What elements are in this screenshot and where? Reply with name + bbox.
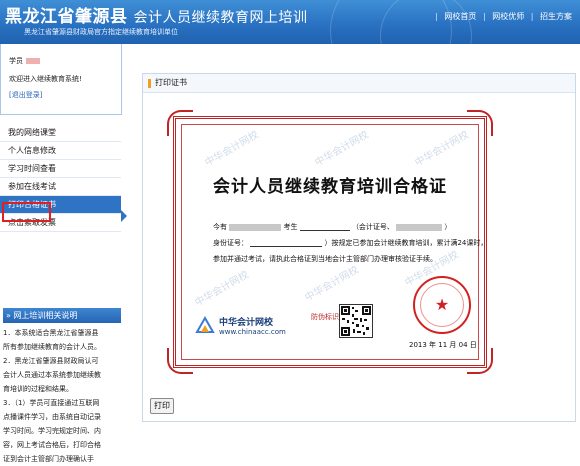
- notice-line: 学习时间。学习完规定时间、内: [3, 427, 101, 435]
- teachers-link[interactable]: 网校优师: [488, 12, 528, 21]
- menu-item-study-time[interactable]: 学习时间查看: [0, 160, 121, 178]
- official-seal-icon: ★: [413, 276, 471, 334]
- site-header: 黑龙江省肇源县 会计人员继续教育网上培训 黑龙江省肇源县财政局官方指定继续教育培训…: [0, 0, 580, 44]
- notice-body: 1．本系统适合黑龙江省肇源县 所有参加继续教育的会计人员。 2．黑龙江省肇源县财…: [3, 326, 119, 466]
- logo-url: www.chinaacc.com: [219, 328, 286, 336]
- redacted-field: [396, 223, 443, 231]
- certificate: 中华会计网校 中华会计网校 中华会计网校 中华会计网校 中华会计网校 中华会计网…: [151, 100, 509, 384]
- certificate-title: 会计人员继续教育培训合格证: [213, 177, 447, 197]
- welcome-text: 欢迎进入继续教育系统!: [9, 75, 82, 83]
- qr-code-icon: [339, 304, 373, 338]
- logout-link[interactable]: [退出登录]: [9, 90, 42, 100]
- certificate-line-3: 参加并通过考试，请执此合格证到当地会计主管部门办理审核验证手续。: [213, 255, 437, 263]
- notice-line: 会计人员通过本系统参加继续教: [3, 371, 101, 379]
- logo-name: 中华会计网校: [219, 318, 274, 328]
- notice-line: 3．（1）学员可直接通过互联网: [3, 399, 100, 407]
- active-menu-arrow-icon: [121, 210, 127, 222]
- menu-item-edit-profile[interactable]: 个人信息修改: [0, 142, 121, 160]
- notice-line: 证到会计主管部门办理确认手: [3, 455, 94, 463]
- notice-heading: » 网上培训相关说明: [3, 308, 121, 323]
- site-title-main: 黑龙江省肇源县: [5, 7, 128, 27]
- redacted-field: [229, 223, 282, 231]
- print-button[interactable]: 打印: [150, 398, 174, 414]
- panel-header-marker: [148, 79, 151, 88]
- certificate-line-2: 身份证号： ）按规定已参加会计继续教育培训，累计满24课时，: [213, 239, 488, 247]
- site-title: 黑龙江省肇源县 会计人员继续教育网上培训: [5, 2, 308, 27]
- notice-line: 点播课件学习，由系统自动记录: [3, 413, 101, 421]
- user-info-box: 学员 欢迎进入继续教育系统! [退出登录]: [0, 44, 122, 115]
- frame-corner-ornament: [167, 110, 193, 136]
- panel-header: 打印证书: [143, 74, 575, 93]
- active-menu-highlight: [2, 202, 51, 222]
- frame-corner-ornament: [467, 348, 493, 374]
- notice-line: 所有参加继续教育的会计人员。: [3, 343, 101, 351]
- certificate-date: 2013 年 11 月 04 日: [409, 341, 477, 349]
- menu-item-online-exam[interactable]: 参加在线考试: [0, 178, 121, 196]
- frame-corner-ornament: [167, 348, 193, 374]
- blank-field: [250, 239, 323, 247]
- top-links: | 网校首页 | 网校优师 | 招生方案: [435, 11, 576, 22]
- menu-item-my-classroom[interactable]: 我的网络课堂: [0, 124, 121, 142]
- frame-corner-ornament: [467, 110, 493, 136]
- left-sidebar: 学员 欢迎进入继续教育系统! [退出登录] 我的网络课堂 个人信息修改 学习时间…: [0, 44, 124, 463]
- notice-line: 育培训的过程和结果。: [3, 385, 73, 393]
- home-link[interactable]: 网校首页: [440, 12, 480, 21]
- header-decoration: [380, 0, 472, 44]
- site-subtitle: 黑龙江省肇源县财政局官方指定继续教育培训单位: [24, 28, 178, 36]
- site-title-rest: 会计人员继续教育网上培训: [133, 10, 308, 26]
- student-label: 学员: [9, 56, 40, 66]
- notice-line: 容，网上考试合格后，打印合格: [3, 441, 101, 449]
- enrollment-link[interactable]: 招生方案: [536, 12, 576, 21]
- panel-title: 打印证书: [155, 78, 187, 87]
- chinaacc-logo: 中华会计网校 www.chinaacc.com: [195, 312, 305, 340]
- student-name-redacted: [26, 58, 40, 64]
- chinaacc-logo-icon: [195, 316, 215, 333]
- notice-line: 1．本系统适合黑龙江省肇源县: [3, 329, 99, 337]
- certificate-line-1: 今有 考生 （会计证号、 ）: [213, 223, 452, 231]
- blank-field: [299, 223, 350, 231]
- notice-line: 2．黑龙江省肇源县财政局认可: [3, 357, 99, 365]
